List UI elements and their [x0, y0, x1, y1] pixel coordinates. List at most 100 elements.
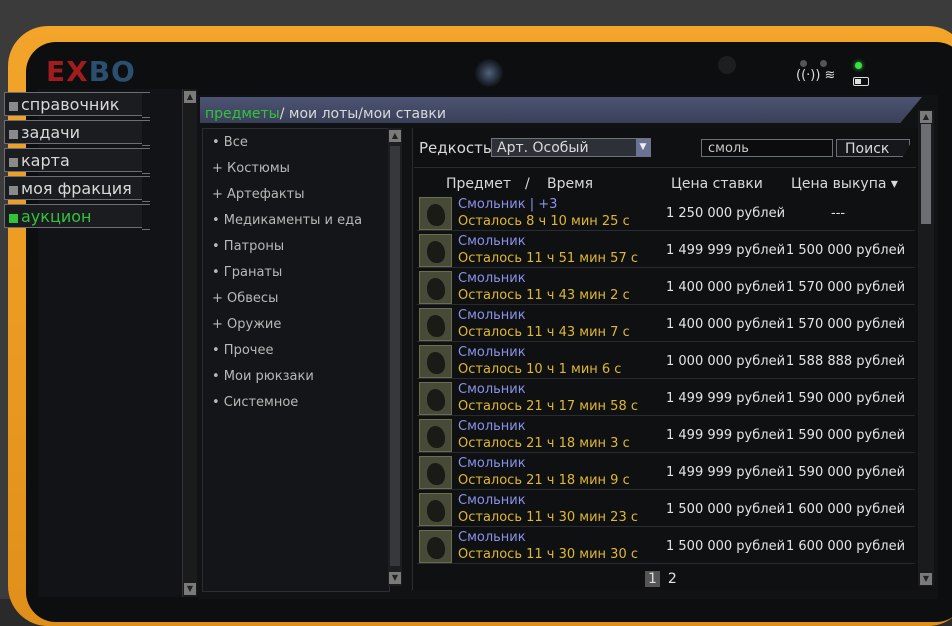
item-name: Смольник | +3: [458, 197, 558, 212]
tab-separator: /: [279, 106, 285, 122]
scroll-thumb[interactable]: [921, 124, 931, 224]
search-button[interactable]: Поиск: [836, 139, 910, 157]
folder-icon: [9, 102, 18, 111]
artifact-icon: [419, 493, 452, 526]
page-2[interactable]: 2: [668, 571, 677, 587]
column-header-time[interactable]: Время: [547, 176, 593, 192]
table-row[interactable]: Смольник Осталось 21 ч 18 мин 9 с 1 499 99…: [417, 454, 915, 490]
sidebar-item[interactable]: справочник: [4, 92, 150, 118]
divider: [414, 167, 916, 168]
category-item[interactable]: • Мои рюкзаки: [212, 369, 314, 384]
category-item[interactable]: • Все: [212, 135, 248, 150]
power-led-icon: [855, 62, 862, 69]
category-item[interactable]: + Артефакты: [212, 187, 305, 202]
category-item[interactable]: • Гранаты: [212, 265, 282, 280]
item-name: Смольник: [458, 345, 526, 360]
tab-notch: [142, 148, 150, 174]
tab-my-bids[interactable]: мои ставки: [363, 106, 446, 122]
item-name: Смольник: [458, 456, 526, 471]
time-left: Осталось 11 ч 43 мин 7 с: [458, 325, 630, 340]
sidebar-item[interactable]: аукцион: [4, 204, 150, 230]
tab-my-lots[interactable]: мои лоты: [289, 106, 358, 122]
artifact-icon: [419, 345, 452, 378]
scroll-thumb[interactable]: [390, 146, 400, 566]
buyout-price: 1 600 000 рублей: [786, 502, 906, 517]
table-row[interactable]: Смольник Осталось 21 ч 18 мин 3 с 1 499 99…: [417, 417, 915, 453]
category-item[interactable]: • Патроны: [212, 239, 284, 254]
time-left: Осталось 21 ч 17 мин 58 с: [458, 399, 638, 414]
category-item[interactable]: + Костюмы: [212, 161, 290, 176]
table-row[interactable]: Смольник Осталось 10 ч 1 мин 6 с 1 000 000…: [417, 343, 915, 379]
table-row[interactable]: Смольник Осталось 11 ч 51 мин 57 с 1 499 9…: [417, 232, 915, 268]
column-header-item[interactable]: Предмет: [446, 176, 511, 192]
tab-notch: [142, 176, 150, 202]
tab-notch: [142, 120, 150, 146]
sidebar-item[interactable]: моя фракция: [4, 176, 150, 202]
battery-icon: [853, 77, 869, 86]
artifact-image: [427, 463, 445, 485]
time-left: Осталось 21 ч 18 мин 9 с: [458, 473, 630, 488]
table-row[interactable]: Смольник Осталось 11 ч 43 мин 7 с 1 400 00…: [417, 306, 915, 342]
sidebar-item[interactable]: задачи: [4, 120, 150, 146]
time-left: Осталось 11 ч 51 мин 57 с: [458, 251, 638, 266]
table-row[interactable]: Смольник | +3 Осталось 8 ч 10 мин 25 с 1 2…: [417, 195, 915, 231]
logo-part-bo: BO: [88, 55, 136, 88]
artifact-icon: [419, 382, 452, 415]
table-row[interactable]: Смольник Осталось 11 ч 30 мин 23 с 1 500 0…: [417, 491, 915, 527]
artifact-icon: [419, 530, 452, 563]
category-item[interactable]: • Прочее: [212, 343, 273, 358]
folder-icon: [9, 186, 18, 195]
bid-price: 1 500 000 рублей: [666, 539, 786, 554]
time-left: Осталось 8 ч 10 мин 25 с: [458, 214, 630, 229]
lots-scrollbar[interactable]: ▲ ▼: [918, 110, 934, 586]
bid-price: 1 000 000 рублей: [666, 354, 786, 369]
sidebar-item-label: задачи: [21, 123, 81, 142]
buyout-price: 1 500 000 рублей: [786, 243, 906, 258]
scroll-up-icon[interactable]: ▲: [920, 111, 932, 123]
scroll-up-icon[interactable]: ▲: [389, 130, 401, 142]
chevron-down-icon[interactable]: ▼: [636, 139, 650, 156]
category-item[interactable]: • Медикаменты и еда: [212, 213, 362, 228]
item-name: Смольник: [458, 493, 526, 508]
buyout-price: 1 600 000 рублей: [786, 539, 906, 554]
buyout-price: 1 570 000 рублей: [786, 317, 906, 332]
pagination: 12: [645, 571, 677, 587]
sidebar-scrollbar[interactable]: ▲ ▼: [182, 89, 197, 597]
category-item[interactable]: + Обвесы: [212, 291, 278, 306]
time-left: Осталось 10 ч 1 мин 6 с: [458, 362, 622, 377]
artifact-icon: [419, 271, 452, 304]
item-name: Смольник: [458, 419, 526, 434]
tab-items[interactable]: предметы: [205, 106, 280, 122]
artifact-image: [427, 315, 445, 337]
bid-price: 1 400 000 рублей: [666, 317, 786, 332]
item-name: Смольник: [458, 530, 526, 545]
category-scrollbar[interactable]: ▲ ▼: [388, 128, 402, 586]
category-item[interactable]: + Оружие: [212, 317, 281, 332]
logo-part-ex: EX: [46, 55, 89, 88]
sidebar-item-label: справочник: [21, 95, 120, 114]
search-input[interactable]: смоль: [701, 139, 833, 157]
buyout-price: 1 570 000 рублей: [786, 280, 906, 295]
camera-icon: [475, 59, 503, 87]
sidebar-item[interactable]: карта: [4, 148, 150, 174]
scroll-down-icon[interactable]: ▼: [184, 583, 196, 595]
bid-price: 1 500 000 рублей: [666, 502, 786, 517]
sidebar-item-label: моя фракция: [21, 179, 132, 198]
column-header-buyout[interactable]: Цена выкупа ▾: [791, 176, 898, 192]
bid-price: 1 499 999 рублей: [666, 428, 786, 443]
rarity-select[interactable]: Арт. Особый ▼: [491, 138, 651, 157]
scroll-down-icon[interactable]: ▼: [389, 572, 401, 584]
scroll-up-icon[interactable]: ▲: [184, 91, 196, 103]
artifact-icon: [419, 419, 452, 452]
column-header-bid[interactable]: Цена ставки: [671, 176, 763, 192]
table-row[interactable]: Смольник Осталось 11 ч 43 мин 2 с 1 400 00…: [417, 269, 915, 305]
page-1[interactable]: 1: [645, 571, 660, 587]
artifact-image: [427, 426, 445, 448]
table-row[interactable]: Смольник Осталось 21 ч 17 мин 58 с 1 499 9…: [417, 380, 915, 416]
category-item[interactable]: • Системное: [212, 395, 298, 410]
bid-price: 1 499 999 рублей: [666, 391, 786, 406]
tab-notch: [142, 92, 150, 118]
artifact-image: [427, 500, 445, 522]
scroll-down-icon[interactable]: ▼: [920, 573, 932, 585]
table-row[interactable]: Смольник Осталось 11 ч 30 мин 30 с 1 500 0…: [417, 528, 915, 564]
